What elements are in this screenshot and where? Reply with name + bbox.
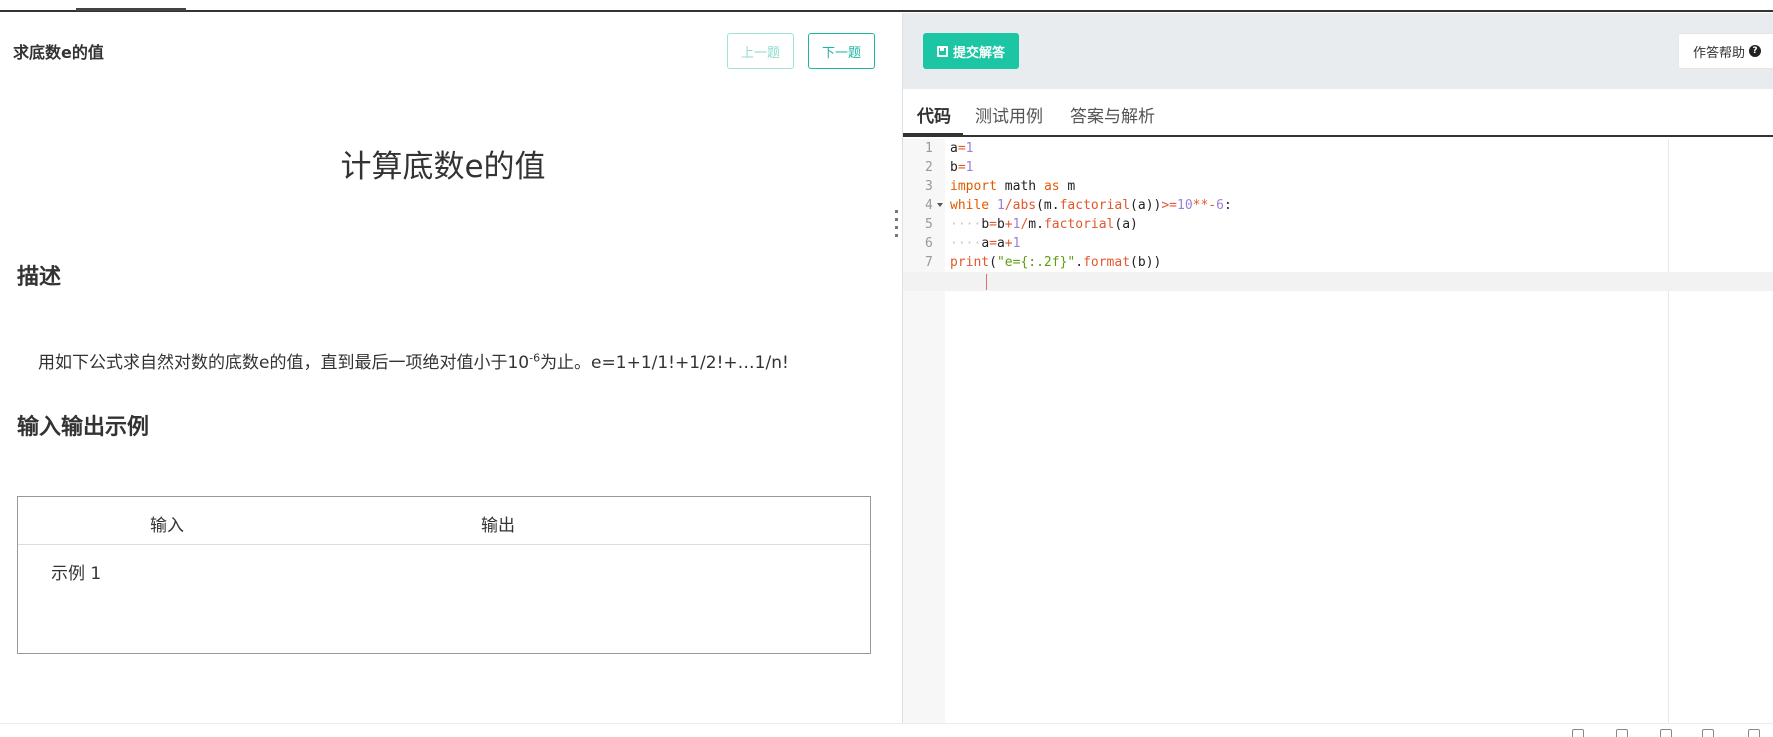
- answer-help-button[interactable]: 作答帮助 ?: [1678, 33, 1773, 69]
- submit-answer-button[interactable]: 提交解答: [923, 33, 1019, 69]
- problem-title: 计算底数e的值: [340, 149, 546, 185]
- line-number: 1: [925, 141, 933, 156]
- status-check-icon[interactable]: [1572, 729, 1584, 737]
- problem-panel: 求底数e的值 上一题 下一题 计算底数e的值 描述 用如下公式求自然对数的底数e…: [0, 13, 903, 723]
- io-example-row-label: 示例 1: [51, 564, 102, 584]
- top-tab-active-indicator: [76, 8, 186, 11]
- code-line[interactable]: ····a=a+1: [950, 234, 1773, 253]
- status-info-icon[interactable]: [1748, 729, 1760, 737]
- io-example-table: 输入 输出 示例 1: [17, 496, 871, 654]
- panel-resize-handle[interactable]: [894, 210, 900, 250]
- editor-toolbar: 提交解答 作答帮助 ?: [903, 13, 1773, 89]
- line-number: 4: [903, 196, 945, 215]
- status-sound-icon[interactable]: [1616, 729, 1628, 737]
- code-line[interactable]: ····b=b+1/m.factorial(a): [950, 215, 1773, 234]
- grip-dot: [895, 218, 898, 221]
- text-cursor: [986, 273, 987, 290]
- io-col-input: 输入: [150, 516, 184, 536]
- grip-dot: [895, 234, 898, 237]
- line-number: 7: [925, 255, 933, 270]
- status-print-icon[interactable]: [1660, 729, 1672, 737]
- line-number: 6: [925, 236, 933, 251]
- bottom-status-bar: [0, 723, 1773, 737]
- description-exponent: -6: [529, 351, 541, 365]
- description-text-main: 用如下公式求自然对数的底数e的值，直到最后一项绝对值小于10: [38, 353, 530, 373]
- submit-answer-label: 提交解答: [952, 45, 1005, 61]
- editor-tabs: 代码 测试用例 答案与解析: [903, 89, 1773, 137]
- code-line[interactable]: import math as m: [950, 177, 1773, 196]
- tab-answer-analysis[interactable]: 答案与解析: [1070, 102, 1155, 127]
- top-tab-strip: [0, 0, 1773, 12]
- line-number-gutter: 12345678: [903, 139, 945, 723]
- problem-name: 求底数e的值: [13, 43, 104, 62]
- io-table-header: 输入 输出: [18, 497, 870, 545]
- code-line[interactable]: a=1: [950, 139, 1773, 158]
- code-line[interactable]: [903, 272, 1773, 291]
- fold-arrow-icon[interactable]: [937, 203, 943, 207]
- io-col-output: 输出: [481, 516, 515, 536]
- save-icon: [936, 45, 948, 57]
- line-number: 3: [925, 179, 933, 194]
- app-root: 求底数e的值 上一题 下一题 计算底数e的值 描述 用如下公式求自然对数的底数e…: [0, 0, 1773, 737]
- code-line[interactable]: while 1/abs(m.factorial(a))>=10**-6:: [950, 196, 1773, 215]
- code-line[interactable]: b=1: [950, 158, 1773, 177]
- description-heading: 描述: [17, 265, 62, 290]
- tab-active-indicator: [903, 133, 963, 136]
- prev-question-button[interactable]: 上一题: [727, 33, 794, 69]
- grip-dot: [895, 210, 898, 213]
- editor-panel: 提交解答 作答帮助 ? 代码 测试用例 答案与解析 12345678 a=1b=…: [903, 13, 1773, 723]
- line-number: 2: [925, 160, 933, 175]
- code-editor[interactable]: 12345678 a=1b=1import math as mwhile 1/a…: [903, 139, 1773, 723]
- description-text-formula: 为止。e=1+1/1!+1/2!+…1/n!: [540, 353, 789, 373]
- tab-code[interactable]: 代码: [917, 102, 951, 127]
- tab-test-cases[interactable]: 测试用例: [975, 102, 1043, 127]
- code-line[interactable]: print("e={:.2f}".format(b)): [950, 253, 1773, 272]
- code-content[interactable]: a=1 b=1 import math as m while 1/abs(m.fact…: [903, 139, 1773, 291]
- next-question-button[interactable]: 下一题: [808, 33, 875, 69]
- line-number: 5: [925, 217, 933, 232]
- io-example-heading: 输入输出示例: [17, 415, 150, 440]
- grip-dot: [895, 226, 898, 229]
- status-message-icon[interactable]: [1702, 729, 1714, 737]
- answer-help-label: 作答帮助: [1693, 45, 1746, 61]
- question-circle-icon: ?: [1749, 45, 1762, 57]
- description-text: 用如下公式求自然对数的底数e的值，直到最后一项绝对值小于10-6为止。e=1+1…: [38, 348, 789, 373]
